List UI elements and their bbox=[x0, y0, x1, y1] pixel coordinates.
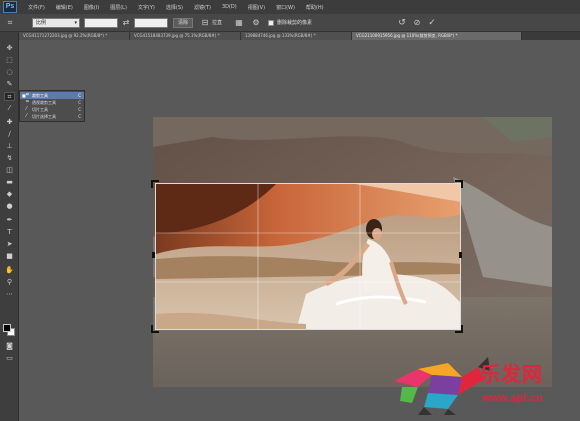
flyout-item-label: 切片选择工具 bbox=[32, 114, 56, 119]
crop-ratio-value: 比例 bbox=[36, 20, 47, 26]
crop-handle-left[interactable] bbox=[152, 252, 155, 258]
photoshop-logo: Ps bbox=[3, 1, 17, 13]
crop-tool-icon[interactable]: ⌗ bbox=[4, 92, 15, 101]
menu-view[interactable]: 视图(V) bbox=[248, 4, 265, 11]
delete-cropped-checkbox[interactable] bbox=[268, 20, 274, 26]
eyedropper-tool-icon[interactable]: ⁄ bbox=[4, 104, 15, 113]
history-brush-tool-icon[interactable]: ↯ bbox=[4, 154, 15, 163]
menu-edit[interactable]: 编辑(E) bbox=[56, 4, 73, 11]
crop-icon: ⌗ bbox=[26, 92, 29, 98]
bull-logo bbox=[394, 357, 490, 415]
crop-selection[interactable] bbox=[155, 183, 461, 330]
flyout-item-shortcut: C bbox=[78, 107, 81, 112]
slice-icon: ⁄ bbox=[26, 106, 27, 112]
flyout-item-slice-tool[interactable]: ⁄ 切片工具 C bbox=[20, 106, 84, 113]
crop-handle-bottom-left[interactable] bbox=[151, 325, 159, 333]
lasso-tool-icon[interactable]: ◌ bbox=[4, 68, 15, 77]
flyout-item-label: 切片工具 bbox=[32, 107, 48, 112]
watermark-url: www.spf.cn bbox=[482, 392, 543, 404]
marquee-tool-icon[interactable]: ⬚ bbox=[4, 56, 15, 65]
menu-image[interactable]: 图像(I) bbox=[84, 4, 99, 11]
crop-height-input[interactable] bbox=[134, 18, 168, 28]
menu-window[interactable]: 窗口(W) bbox=[276, 4, 295, 11]
straighten-label[interactable]: 拉直 bbox=[212, 18, 222, 28]
straighten-icon[interactable]: ⊟ bbox=[199, 17, 211, 29]
blur-tool-icon[interactable]: ◆ bbox=[4, 190, 15, 199]
crop-handle-top-left[interactable] bbox=[151, 180, 159, 188]
zoom-tool-icon[interactable]: ⚲ bbox=[4, 278, 15, 287]
gradient-tool-icon[interactable]: ▬ bbox=[4, 178, 15, 187]
quick-select-tool-icon[interactable]: ✎ bbox=[4, 80, 15, 89]
menu-bar: Ps 文件(F) 编辑(E) 图像(I) 图层(L) 文字(Y) 选择(S) 滤… bbox=[0, 0, 580, 14]
crop-width-input[interactable] bbox=[84, 18, 118, 28]
overlay-grid-icon[interactable]: ▦ bbox=[233, 17, 245, 29]
document-tabs: VCG41171272203.jpg @ 92.2%(RGB/8*) * VCG… bbox=[19, 32, 580, 40]
menu-type[interactable]: 文字(Y) bbox=[138, 4, 155, 11]
reset-icon[interactable]: ↺ bbox=[396, 17, 408, 29]
clear-button[interactable]: 清除 bbox=[173, 18, 193, 28]
crop-handle-bottom-right[interactable] bbox=[455, 325, 463, 333]
crop-tool-preset-icon[interactable]: ⌗ bbox=[4, 17, 16, 29]
slice-select-icon: ⁄ bbox=[26, 113, 27, 119]
healing-brush-tool-icon[interactable]: ✚ bbox=[4, 118, 15, 127]
swap-dimensions-icon[interactable]: ⇄ bbox=[120, 17, 132, 29]
tools-panel: ✥ ⬚ ◌ ✎ ⌗ ⁄ ✚ ∕ ⊥ ↯ ◫ ▬ ◆ ● ✒ T ➤ ■ ✋ ⚲ … bbox=[0, 32, 19, 421]
commit-check-icon[interactable]: ✓ bbox=[426, 17, 438, 29]
flyout-item-shortcut: C bbox=[78, 100, 81, 105]
flyout-item-perspective-crop-tool[interactable]: ⌗ 透视裁剪工具 C bbox=[20, 99, 84, 106]
rectangle-tool-icon[interactable]: ■ bbox=[4, 252, 15, 261]
document-tab-active[interactable]: VCG21100915956.jpg @ 110%(裁剪预览, RGB/8*) … bbox=[352, 32, 522, 40]
foreground-color-swatch[interactable] bbox=[3, 324, 11, 332]
document-tab[interactable]: VCG41171272203.jpg @ 92.2%(RGB/8*) * bbox=[19, 32, 130, 40]
crop-handle-right[interactable] bbox=[459, 252, 462, 258]
pen-tool-icon[interactable]: ✒ bbox=[4, 216, 15, 225]
document-tab[interactable]: VCG41518483739.jpg @ 75.1%(RGB/8#) * bbox=[130, 32, 241, 40]
gear-icon[interactable]: ⚙ bbox=[250, 17, 262, 29]
flyout-item-label: 裁剪工具 bbox=[32, 93, 48, 98]
watermark-text: 乐发网 bbox=[480, 362, 543, 386]
perspective-crop-icon: ⌗ bbox=[26, 99, 29, 105]
chevron-down-icon: ▾ bbox=[74, 20, 77, 26]
options-bar: ⌗ 比例 ▾ ⇄ 清除 ⊟ 拉直 ▦ ⚙ 删除裁剪的像素 ↺ ⊘ ✓ bbox=[0, 14, 580, 32]
eraser-tool-icon[interactable]: ◫ bbox=[4, 166, 15, 175]
menu-filter[interactable]: 滤镜(T) bbox=[194, 4, 211, 11]
clone-stamp-tool-icon[interactable]: ⊥ bbox=[4, 142, 15, 151]
cancel-icon[interactable]: ⊘ bbox=[411, 17, 423, 29]
menu-select[interactable]: 选择(S) bbox=[166, 4, 183, 11]
delete-cropped-label: 删除裁剪的像素 bbox=[277, 20, 313, 26]
brush-tool-icon[interactable]: ∕ bbox=[4, 130, 15, 139]
flyout-item-shortcut: C bbox=[78, 114, 81, 119]
document-tab[interactable]: 139884746.jpg @ 133%(RGB/8#) * bbox=[241, 32, 352, 40]
hand-tool-icon[interactable]: ✋ bbox=[4, 266, 15, 275]
menu-help[interactable]: 帮助(H) bbox=[306, 4, 324, 11]
flyout-item-label: 透视裁剪工具 bbox=[32, 100, 56, 105]
screen-mode-icon[interactable]: ▭ bbox=[4, 354, 15, 363]
type-tool-icon[interactable]: T bbox=[4, 228, 15, 237]
flyout-item-shortcut: C bbox=[78, 93, 81, 98]
flyout-item-crop-tool[interactable]: ■ ⌗ 裁剪工具 C bbox=[20, 92, 84, 99]
menu-layer[interactable]: 图层(L) bbox=[110, 4, 127, 11]
more-tools-icon[interactable]: ⋯ bbox=[4, 290, 15, 299]
path-selection-tool-icon[interactable]: ➤ bbox=[4, 240, 15, 249]
cropped-photo bbox=[156, 184, 460, 329]
menu-file[interactable]: 文件(F) bbox=[28, 4, 45, 11]
quick-mask-icon[interactable]: ◙ bbox=[4, 342, 15, 351]
crop-ratio-select[interactable]: 比例 ▾ bbox=[32, 18, 80, 28]
crop-handle-top-right[interactable] bbox=[455, 180, 463, 188]
move-tool-icon[interactable]: ✥ bbox=[4, 44, 15, 53]
crop-tool-flyout: ■ ⌗ 裁剪工具 C ⌗ 透视裁剪工具 C ⁄ 切片工具 C ⁄ 切片选择工具 … bbox=[19, 90, 85, 122]
menu-3d[interactable]: 3D(D) bbox=[222, 4, 237, 10]
dodge-tool-icon[interactable]: ● bbox=[4, 202, 15, 211]
flyout-item-slice-select-tool[interactable]: ⁄ 切片选择工具 C bbox=[20, 113, 84, 120]
